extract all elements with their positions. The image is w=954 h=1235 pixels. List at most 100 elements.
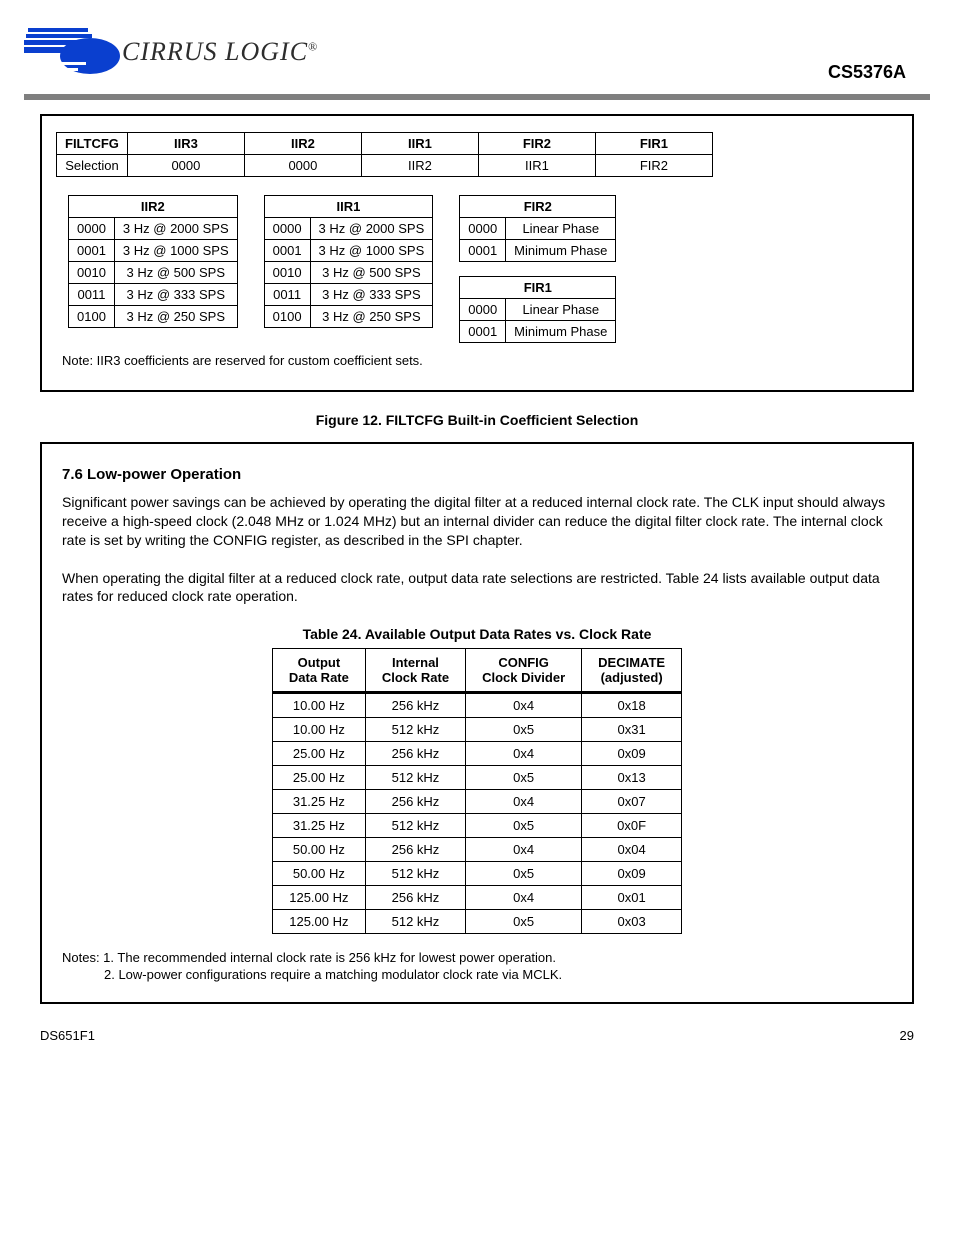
t24-h2-text: CONFIG Clock Divider: [482, 655, 565, 685]
iir2-r2c0: 0010: [69, 262, 115, 284]
fir2-r1c1: Minimum Phase: [506, 240, 616, 262]
table-cell: 125.00 Hz: [272, 910, 365, 934]
table-cell: 0x13: [582, 766, 682, 790]
filtcfg-h1: IIR3: [127, 133, 244, 155]
table-cell: 10.00 Hz: [272, 693, 365, 718]
iir2-r1c0: 0001: [69, 240, 115, 262]
t24-h0-text: Output Data Rate: [289, 655, 349, 685]
footer-left: DS651F1: [40, 1028, 95, 1043]
iir2-r1c1: 3 Hz @ 1000 SPS: [114, 240, 237, 262]
table-cell: 0x4: [466, 886, 582, 910]
filtcfg-r5: FIR2: [595, 155, 712, 177]
iir1-r4c0: 0100: [264, 306, 310, 328]
filtcfg-sub-tables: IIR2 00003 Hz @ 2000 SPS 00013 Hz @ 1000…: [68, 195, 898, 343]
figure-12-note: Note: IIR3 coefficients are reserved for…: [62, 353, 898, 368]
filtcfg-main-row: FILTCFG IIR3 IIR2 IIR1 FIR2 FIR1 Selecti…: [56, 132, 898, 177]
table-cell: 0x5: [466, 718, 582, 742]
iir1-r3c1: 3 Hz @ 333 SPS: [310, 284, 433, 306]
table-row: 50.00 Hz256 kHz0x40x04: [272, 838, 681, 862]
table-cell: 0x04: [582, 838, 682, 862]
table-row: 50.00 Hz512 kHz0x50x09: [272, 862, 681, 886]
table-cell: 31.25 Hz: [272, 814, 365, 838]
table-cell: 0x09: [582, 862, 682, 886]
iir1-r0c0: 0000: [264, 218, 310, 240]
table-cell: 0x4: [466, 790, 582, 814]
low-power-body-3: When operating the digital filter at a r…: [62, 570, 880, 605]
table-cell: 0x31: [582, 718, 682, 742]
table-cell: 256 kHz: [365, 886, 465, 910]
table-cell: 512 kHz: [365, 910, 465, 934]
table-cell: 50.00 Hz: [272, 862, 365, 886]
table-cell: 256 kHz: [365, 838, 465, 862]
table-cell: 0x5: [466, 814, 582, 838]
iir1-title: IIR1: [264, 196, 433, 218]
table-cell: 512 kHz: [365, 814, 465, 838]
table-cell: 50.00 Hz: [272, 838, 365, 862]
figure-12-section: FILTCFG IIR3 IIR2 IIR1 FIR2 FIR1 Selecti…: [40, 114, 914, 392]
t24-h3-text: DECIMATE (adjusted): [598, 655, 665, 685]
logo-area: CIRRUS LOGIC® CS5376A: [24, 18, 930, 86]
table-cell: 125.00 Hz: [272, 886, 365, 910]
table-cell: 25.00 Hz: [272, 766, 365, 790]
t24-h0: Output Data Rate: [272, 649, 365, 693]
fir1-r0c0: 0000: [460, 299, 506, 321]
table-row: 25.00 Hz512 kHz0x50x13: [272, 766, 681, 790]
iir1-r1c0: 0001: [264, 240, 310, 262]
table-24-caption: Table 24. Available Output Data Rates vs…: [62, 626, 892, 642]
table-cell: 10.00 Hz: [272, 718, 365, 742]
filtcfg-h3: IIR1: [361, 133, 478, 155]
iir2-r0c1: 3 Hz @ 2000 SPS: [114, 218, 237, 240]
table-cell: 512 kHz: [365, 718, 465, 742]
table-cell: 256 kHz: [365, 693, 465, 718]
iir2-r4c1: 3 Hz @ 250 SPS: [114, 306, 237, 328]
filtcfg-h0: FILTCFG: [57, 133, 128, 155]
footer-right: 29: [900, 1028, 914, 1043]
filtcfg-main-table: FILTCFG IIR3 IIR2 IIR1 FIR2 FIR1 Selecti…: [56, 132, 713, 177]
table-cell: 0x18: [582, 693, 682, 718]
table-row: 125.00 Hz256 kHz0x40x01: [272, 886, 681, 910]
fir2-r0c1: Linear Phase: [506, 218, 616, 240]
registered-icon: ®: [308, 39, 318, 53]
filtcfg-h5: FIR1: [595, 133, 712, 155]
table-cell: 512 kHz: [365, 862, 465, 886]
low-power-notes: Notes: 1. The recommended internal clock…: [62, 950, 892, 982]
iir1-r2c0: 0010: [264, 262, 310, 284]
page: CIRRUS LOGIC® CS5376A FILTCFG IIR3 IIR2 …: [0, 0, 954, 1071]
header-divider: [24, 94, 930, 100]
low-power-title: 7.6 Low-power Operation: [62, 466, 892, 483]
table-cell: 0x5: [466, 910, 582, 934]
filtcfg-r0: Selection: [57, 155, 128, 177]
t24-h1: Internal Clock Rate: [365, 649, 465, 693]
table-cell: 0x09: [582, 742, 682, 766]
table-row: 31.25 Hz256 kHz0x40x07: [272, 790, 681, 814]
fir1-title: FIR1: [460, 277, 616, 299]
fir1-r1c1: Minimum Phase: [506, 321, 616, 343]
table-row: 125.00 Hz512 kHz0x50x03: [272, 910, 681, 934]
lp-note-1: Notes: 1. The recommended internal clock…: [62, 950, 892, 965]
iir1-r0c1: 3 Hz @ 2000 SPS: [310, 218, 433, 240]
cirrus-logic-logo-icon: [24, 22, 124, 82]
fir1-r0c1: Linear Phase: [506, 299, 616, 321]
filtcfg-h2: IIR2: [244, 133, 361, 155]
brand-name: CIRRUS LOGIC: [122, 37, 308, 66]
table-cell: 256 kHz: [365, 742, 465, 766]
iir2-r2c1: 3 Hz @ 500 SPS: [114, 262, 237, 284]
brand-text: CIRRUS LOGIC®: [122, 37, 318, 67]
iir2-r4c0: 0100: [69, 306, 115, 328]
fir2-table: FIR2 0000Linear Phase 0001Minimum Phase: [459, 195, 616, 262]
filtcfg-r3: IIR2: [361, 155, 478, 177]
table-cell: 0x4: [466, 693, 582, 718]
page-header: CIRRUS LOGIC® CS5376A: [0, 0, 954, 86]
table-cell: 256 kHz: [365, 790, 465, 814]
fir2-r0c0: 0000: [460, 218, 506, 240]
iir1-r2c1: 3 Hz @ 500 SPS: [310, 262, 433, 284]
fir1-table: FIR1 0000Linear Phase 0001Minimum Phase: [459, 276, 616, 343]
t24-h1-text: Internal Clock Rate: [382, 655, 449, 685]
table-row: 10.00 Hz512 kHz0x50x31: [272, 718, 681, 742]
table-cell: 0x0F: [582, 814, 682, 838]
t24-h2: CONFIG Clock Divider: [466, 649, 582, 693]
iir1-r3c0: 0011: [264, 284, 310, 306]
iir2-r3c0: 0011: [69, 284, 115, 306]
low-power-section: 7.6 Low-power Operation Significant powe…: [40, 442, 914, 1004]
table-row: 25.00 Hz256 kHz0x40x09: [272, 742, 681, 766]
